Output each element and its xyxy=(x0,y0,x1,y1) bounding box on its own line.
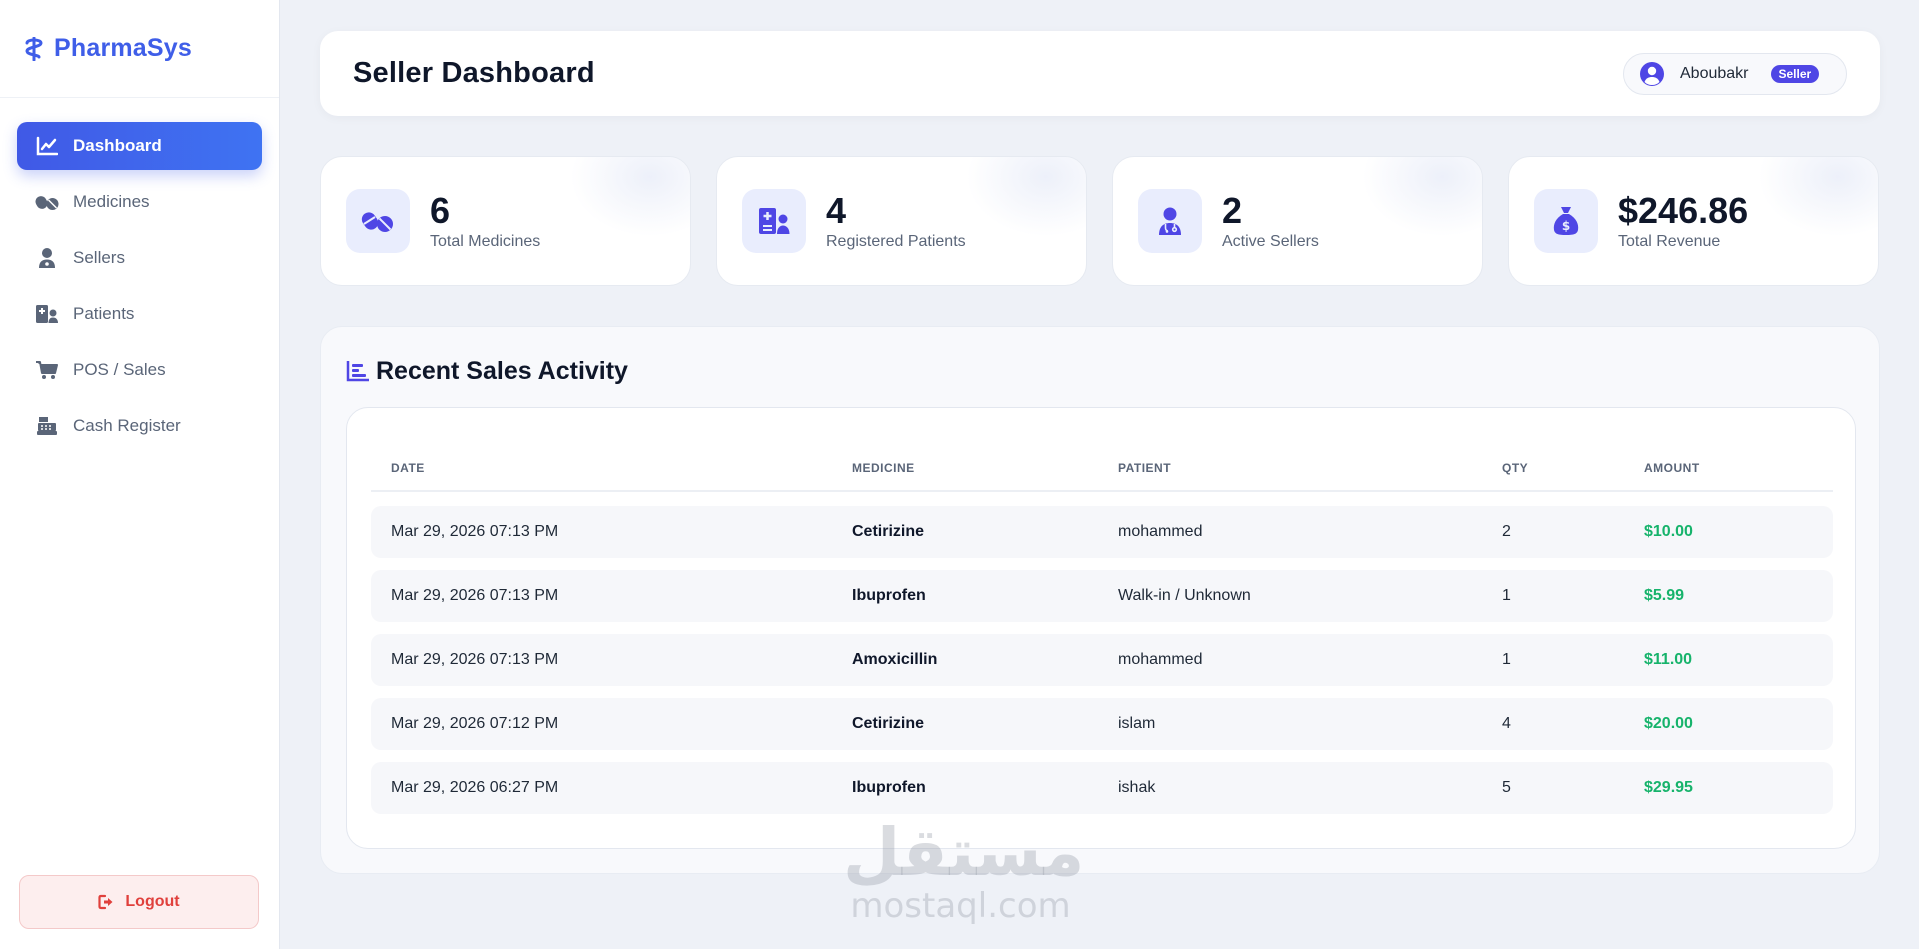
table-row[interactable]: Mar 29, 2026 07:13 PM Amoxicillin mohamm… xyxy=(371,634,1833,686)
cell-medicine: Ibuprofen xyxy=(852,587,926,604)
stats-row: 6 Total Medicines 4 Registered Patients … xyxy=(320,156,1880,286)
user-doctor-icon xyxy=(1138,189,1202,253)
user-circle-icon xyxy=(1639,61,1665,87)
stat-card-registered-patients: 4 Registered Patients xyxy=(716,156,1087,286)
cell-patient: Walk-in / Unknown xyxy=(1118,587,1251,604)
sidebar-item-cash-register[interactable]: Cash Register xyxy=(17,402,262,450)
logout-label: Logout xyxy=(125,893,180,910)
cell-qty: 1 xyxy=(1502,651,1511,668)
sidebar-item-pos-sales[interactable]: POS / Sales xyxy=(17,346,262,394)
sidebar-item-label: Cash Register xyxy=(73,416,181,435)
cell-patient: mohammed xyxy=(1118,523,1203,540)
cell-qty: 5 xyxy=(1502,779,1511,796)
page-title: Seller Dashboard xyxy=(353,57,595,89)
stat-value: 4 xyxy=(826,189,847,231)
sidebar-item-medicines[interactable]: Medicines xyxy=(17,178,262,226)
user-name: Aboubakr xyxy=(1680,65,1749,82)
money-bag-icon: $ xyxy=(1534,189,1598,253)
watermark: مستقل mostaql.com xyxy=(843,814,1085,926)
top-bar: Seller Dashboard Aboubakr Seller xyxy=(320,31,1880,116)
cash-register-icon xyxy=(35,414,59,438)
sign-out-icon xyxy=(98,894,116,910)
svg-text:$: $ xyxy=(1562,219,1570,233)
column-header-medicine[interactable]: MEDICINE xyxy=(852,461,915,475)
cart-icon xyxy=(35,358,59,382)
sidebar-item-sellers[interactable]: Sellers xyxy=(17,234,262,282)
stat-label: Active Sellers xyxy=(1222,232,1319,250)
table-row[interactable]: Mar 29, 2026 07:12 PM Cetirizine islam 4… xyxy=(371,698,1833,750)
cell-date: Mar 29, 2026 07:13 PM xyxy=(391,651,559,668)
cell-qty: 4 xyxy=(1502,715,1511,732)
sidebar-item-dashboard[interactable]: Dashboard xyxy=(17,122,262,170)
hospital-user-icon xyxy=(35,302,59,326)
sidebar-item-label: Sellers xyxy=(73,248,125,267)
stat-value: 6 xyxy=(430,189,451,231)
column-header-amount[interactable]: AMOUNT xyxy=(1644,461,1700,475)
cell-amount: $10.00 xyxy=(1644,523,1693,540)
cell-medicine: Amoxicillin xyxy=(852,651,938,668)
stat-card-total-revenue: $ $246.86 Total Revenue xyxy=(1508,156,1879,286)
sidebar-item-label: Medicines xyxy=(73,192,150,211)
recent-sales-header: Recent Sales Activity xyxy=(346,357,628,386)
table-header: DATE MEDICINE PATIENT QTY AMOUNT xyxy=(371,408,1833,492)
cell-date: Mar 29, 2026 07:13 PM xyxy=(391,587,559,604)
pills-icon xyxy=(346,189,410,253)
chart-bar-icon xyxy=(346,360,370,384)
recent-sales-panel: Recent Sales Activity DATE MEDICINE PATI… xyxy=(320,326,1880,874)
cell-amount: $11.00 xyxy=(1644,651,1693,668)
section-title: Recent Sales Activity xyxy=(376,357,628,385)
brand[interactable]: PharmaSys xyxy=(0,0,279,98)
sidebar-item-patients[interactable]: Patients xyxy=(17,290,262,338)
stat-label: Total Medicines xyxy=(430,232,541,250)
cell-qty: 1 xyxy=(1502,587,1511,604)
sidebar-item-label: POS / Sales xyxy=(73,360,166,379)
user-menu[interactable]: Aboubakr Seller xyxy=(1623,53,1847,95)
column-header-date[interactable]: DATE xyxy=(391,461,425,475)
watermark-latin: mostaql.com xyxy=(850,886,1071,926)
logout-button[interactable]: Logout xyxy=(19,875,259,929)
pills-icon xyxy=(35,190,59,214)
caduceus-icon xyxy=(24,36,44,62)
stat-value: 2 xyxy=(1222,189,1243,231)
cell-patient: mohammed xyxy=(1118,651,1203,668)
cell-date: Mar 29, 2026 07:13 PM xyxy=(391,523,559,540)
sales-table: DATE MEDICINE PATIENT QTY AMOUNT Mar 29,… xyxy=(346,407,1856,849)
brand-name: PharmaSys xyxy=(54,34,192,62)
cell-patient: islam xyxy=(1118,715,1156,732)
cell-patient: ishak xyxy=(1118,779,1156,796)
table-row[interactable]: Mar 29, 2026 06:27 PM Ibuprofen ishak 5 … xyxy=(371,762,1833,814)
sidebar-item-label: Patients xyxy=(73,304,135,323)
cell-medicine: Cetirizine xyxy=(852,523,925,540)
column-header-qty[interactable]: QTY xyxy=(1502,461,1528,475)
cell-amount: $29.95 xyxy=(1644,779,1693,796)
cell-medicine: Ibuprofen xyxy=(852,779,926,796)
cell-date: Mar 29, 2026 06:27 PM xyxy=(391,779,559,796)
table-row[interactable]: Mar 29, 2026 07:13 PM Cetirizine mohamme… xyxy=(371,506,1833,558)
sidebar-nav: Dashboard Medicines Sellers Patients POS… xyxy=(0,98,279,450)
chart-line-icon xyxy=(35,134,59,158)
cell-qty: 2 xyxy=(1502,523,1511,540)
stat-value: $246.86 xyxy=(1618,189,1749,231)
stat-card-active-sellers: 2 Active Sellers xyxy=(1112,156,1483,286)
role-badge: Seller xyxy=(1770,65,1820,83)
cell-date: Mar 29, 2026 07:12 PM xyxy=(391,715,559,732)
stat-label: Registered Patients xyxy=(826,232,966,250)
hospital-user-icon xyxy=(742,189,806,253)
stat-card-total-medicines: 6 Total Medicines xyxy=(320,156,691,286)
cell-amount: $20.00 xyxy=(1644,715,1693,732)
user-doctor-icon xyxy=(35,246,59,270)
sidebar-item-label: Dashboard xyxy=(73,136,162,155)
table-row[interactable]: Mar 29, 2026 07:13 PM Ibuprofen Walk-in … xyxy=(371,570,1833,622)
column-header-patient[interactable]: PATIENT xyxy=(1118,461,1171,475)
stat-label: Total Revenue xyxy=(1618,232,1721,250)
sidebar: PharmaSys Dashboard Medicines Sellers Pa… xyxy=(0,0,280,949)
watermark-arabic: مستقل xyxy=(843,814,1085,891)
cell-amount: $5.99 xyxy=(1644,587,1685,604)
cell-medicine: Cetirizine xyxy=(852,715,925,732)
